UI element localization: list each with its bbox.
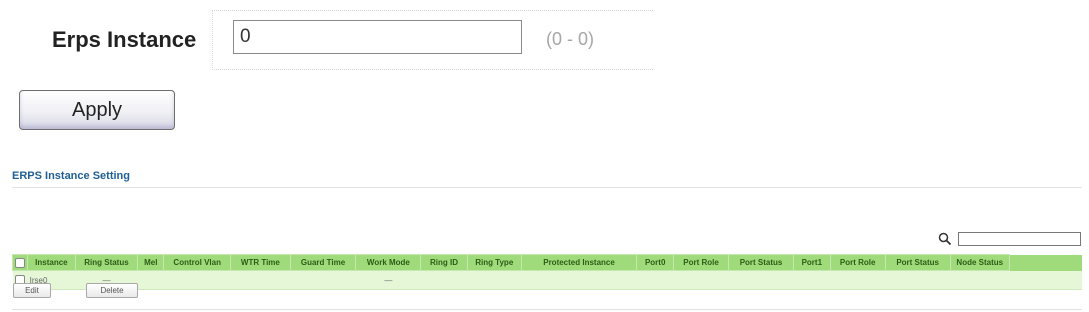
node-status-cell	[950, 270, 1010, 290]
mel-cell	[137, 270, 164, 290]
search-icon[interactable]	[938, 232, 952, 246]
column-header[interactable]: Ring Status	[74, 254, 139, 271]
range-hint: (0 - 0)	[546, 29, 595, 49]
ring-id-cell	[420, 270, 468, 290]
column-header[interactable]: Port Status	[728, 254, 794, 271]
select-all-checkbox-cell[interactable]	[11, 254, 29, 271]
erps-instance-table: Instance Ring Status Mel Control Vlan WT…	[11, 254, 1082, 290]
port1-status-cell	[885, 270, 951, 290]
edit-button[interactable]: Edit	[13, 283, 51, 298]
column-header[interactable]: Port0	[636, 254, 675, 271]
column-header[interactable]: Control Vlan	[163, 254, 232, 271]
row-filler	[1009, 270, 1082, 290]
select-all-checkbox[interactable]	[15, 257, 26, 268]
bottom-divider	[12, 309, 1082, 310]
section-title: ERPS Instance Setting	[12, 170, 130, 182]
column-header[interactable]: Port1	[792, 254, 831, 271]
column-header[interactable]: Port Role	[673, 254, 730, 271]
table-header-row: Instance Ring Status Mel Control Vlan WT…	[11, 254, 1082, 271]
erps-instance-input[interactable]	[233, 20, 522, 54]
port0-role-cell	[673, 270, 729, 290]
work-mode-cell: —	[355, 270, 421, 290]
port0-status-cell	[728, 270, 794, 290]
search-input[interactable]	[958, 232, 1081, 246]
header-filler	[1009, 254, 1082, 271]
delete-button[interactable]: Delete	[86, 283, 138, 298]
port1-cell	[793, 270, 831, 290]
column-header[interactable]: Guard Time	[289, 254, 357, 271]
table-row[interactable]: Irse0 — —	[12, 270, 1082, 290]
column-header[interactable]: WTR Time	[230, 254, 291, 271]
port0-cell	[636, 270, 674, 290]
column-header[interactable]: Instance	[27, 254, 76, 271]
column-header[interactable]: Work Mode	[355, 254, 422, 271]
column-header[interactable]: Mel	[137, 254, 165, 271]
column-header[interactable]: Protected Instance	[520, 254, 638, 271]
wtr-time-cell	[230, 270, 291, 290]
column-header[interactable]: Ring ID	[420, 254, 468, 271]
protected-instance-cell	[521, 270, 637, 290]
column-header[interactable]: Port Status	[884, 254, 951, 271]
guard-time-cell	[290, 270, 356, 290]
ring-type-cell	[467, 270, 522, 290]
column-header[interactable]: Port Role	[829, 254, 886, 271]
apply-button[interactable]: Apply	[19, 90, 175, 130]
erps-instance-label: Erps Instance	[52, 27, 197, 52]
column-header[interactable]: Ring Type	[466, 254, 522, 271]
port1-role-cell	[830, 270, 886, 290]
control-vlan-cell	[163, 270, 231, 290]
column-header[interactable]: Node Status	[949, 254, 1010, 271]
section-divider	[12, 187, 1082, 188]
